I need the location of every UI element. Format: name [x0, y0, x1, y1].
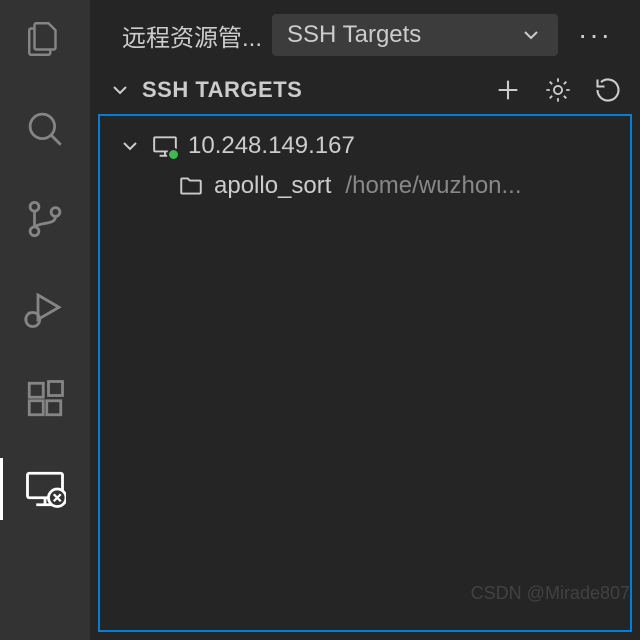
gear-icon[interactable]: [544, 76, 572, 104]
folder-path: /home/wuzhon...: [345, 172, 521, 200]
chevron-down-icon: [108, 78, 132, 102]
section-header[interactable]: SSH TARGETS: [90, 70, 640, 114]
chevron-down-icon: [118, 134, 142, 158]
monitor-connected-icon: [152, 133, 178, 159]
ssh-host-item[interactable]: 10.248.149.167: [100, 126, 630, 166]
host-label: 10.248.149.167: [188, 132, 355, 160]
chevron-down-icon: [519, 23, 543, 47]
more-actions-icon[interactable]: ···: [568, 19, 622, 51]
source-control-icon[interactable]: [24, 198, 66, 240]
remote-explorer-sidebar: 远程资源管... SSH Targets ··· SSH TARGETS: [90, 0, 640, 640]
refresh-icon[interactable]: [594, 76, 622, 104]
remote-explorer-icon[interactable]: [24, 468, 66, 510]
add-icon[interactable]: [494, 76, 522, 104]
section-title: SSH TARGETS: [142, 77, 484, 103]
extensions-icon[interactable]: [24, 378, 66, 420]
folder-name: apollo_sort: [214, 172, 331, 200]
ssh-folder-item[interactable]: apollo_sort /home/wuzhon...: [100, 166, 630, 206]
ssh-targets-tree[interactable]: 10.248.149.167 apollo_sort /home/wuzhon.…: [98, 114, 632, 632]
section-actions: [494, 76, 622, 104]
run-debug-icon[interactable]: [24, 288, 66, 330]
search-icon[interactable]: [24, 108, 66, 150]
target-type-dropdown[interactable]: SSH Targets: [272, 14, 558, 56]
sidebar-header: 远程资源管... SSH Targets ···: [90, 0, 640, 70]
folder-icon: [178, 173, 204, 199]
explorer-icon[interactable]: [24, 18, 66, 60]
dropdown-label: SSH Targets: [287, 21, 421, 49]
sidebar-title: 远程资源管...: [122, 18, 262, 53]
activity-bar: [0, 0, 90, 640]
